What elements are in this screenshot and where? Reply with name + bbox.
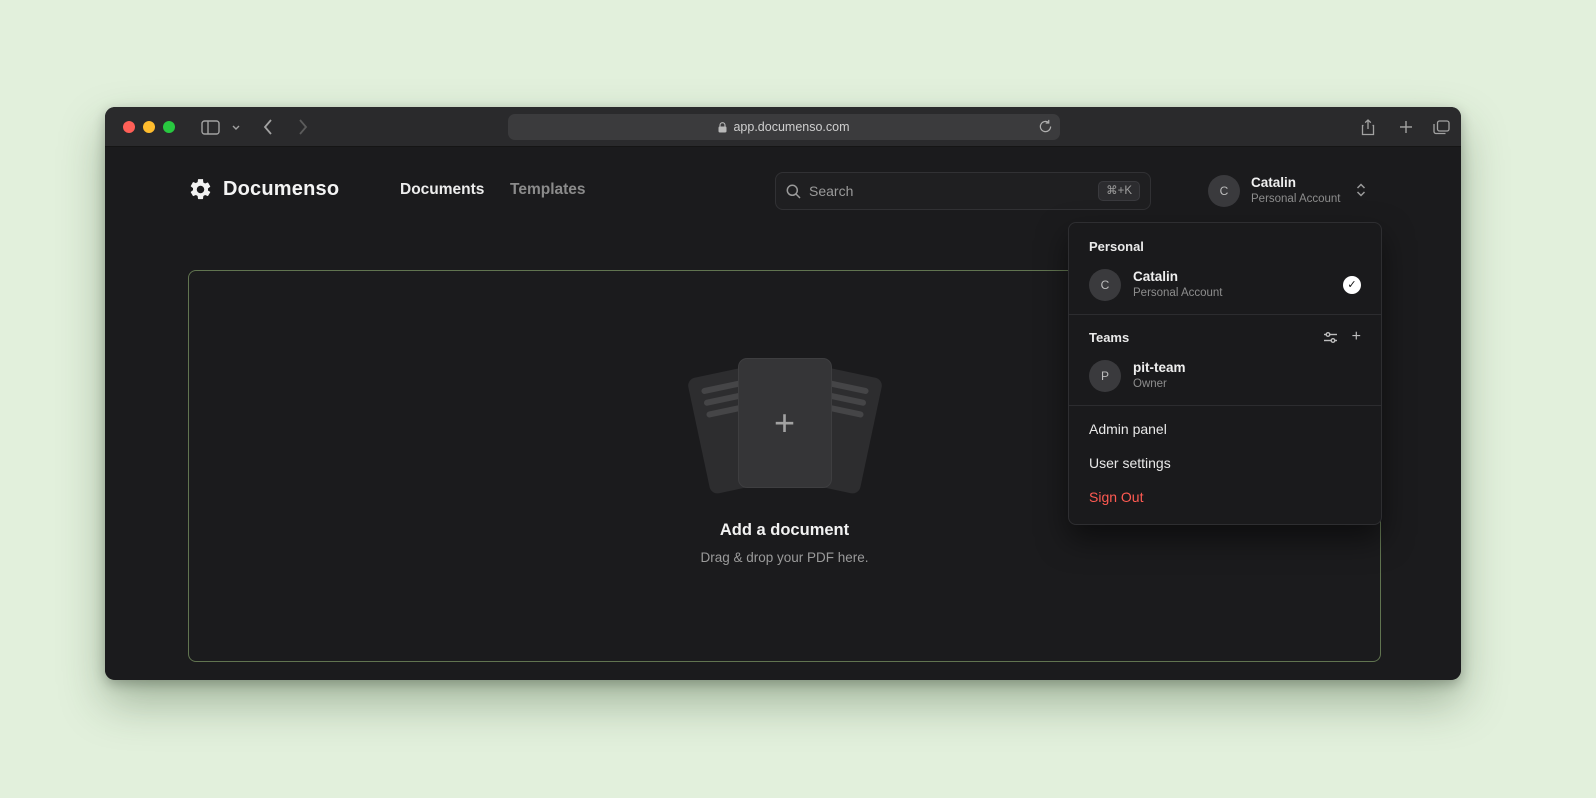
account-dropdown-menu: Personal C Catalin Personal Account ✓ Te…: [1068, 222, 1382, 525]
brand[interactable]: Documenso: [188, 177, 339, 202]
add-team-plus-icon[interactable]: +: [1352, 329, 1361, 345]
chevron-up-down-icon: [1356, 182, 1366, 198]
app-page: Documenso Documents Templates ⌘+K C Cata…: [105, 147, 1461, 679]
share-icon[interactable]: [1355, 107, 1381, 147]
menu-item-sign-out[interactable]: Sign Out: [1069, 480, 1381, 514]
menu-item-user-settings[interactable]: User settings: [1069, 446, 1381, 480]
personal-subtitle: Personal Account: [1133, 286, 1223, 302]
personal-avatar: C: [1089, 269, 1121, 301]
zoom-window-button[interactable]: [163, 121, 175, 133]
desktop-background: app.documenso.com: [0, 0, 1596, 798]
browser-window: app.documenso.com: [105, 107, 1461, 680]
team-name: pit-team: [1133, 359, 1186, 377]
dropzone-subtitle: Drag & drop your PDF here.: [189, 550, 1380, 565]
tab-overview-icon[interactable]: [1427, 107, 1455, 147]
nav-templates[interactable]: Templates: [510, 181, 586, 199]
search-icon: [786, 184, 801, 199]
address-bar[interactable]: app.documenso.com: [508, 114, 1060, 140]
search-shortcut-badge: ⌘+K: [1098, 181, 1140, 202]
close-window-button[interactable]: [123, 121, 135, 133]
nav-documents[interactable]: Documents: [400, 181, 484, 199]
sidebar-toggle-icon[interactable]: [197, 107, 223, 147]
address-url: app.documenso.com: [733, 120, 849, 134]
reload-icon[interactable]: [1039, 119, 1052, 137]
back-button-icon[interactable]: [257, 107, 279, 147]
document-card-add: +: [739, 359, 831, 487]
teams-label: Teams: [1089, 330, 1129, 345]
window-controls: [123, 121, 175, 133]
search-input[interactable]: [809, 183, 1098, 199]
team-avatar: P: [1089, 360, 1121, 392]
menu-item-team-pit-team[interactable]: P pit-team Owner: [1069, 352, 1381, 399]
menu-divider: [1069, 314, 1381, 315]
account-subtitle: Personal Account: [1251, 192, 1341, 208]
menu-section-teams: Teams +: [1069, 321, 1381, 352]
menu-section-personal: Personal: [1069, 231, 1381, 261]
brand-name: Documenso: [223, 178, 339, 201]
add-document-plus-icon: +: [774, 405, 795, 441]
sidebar-chevron-down-icon[interactable]: [229, 107, 243, 147]
selected-check-icon: ✓: [1343, 276, 1361, 294]
menu-divider: [1069, 405, 1381, 406]
new-tab-plus-icon[interactable]: [1393, 107, 1419, 147]
document-stack-illustration: +: [680, 353, 890, 503]
account-name: Catalin: [1251, 175, 1341, 192]
minimize-window-button[interactable]: [143, 121, 155, 133]
documenso-logo-icon: [188, 177, 213, 202]
personal-name: Catalin: [1133, 268, 1223, 286]
menu-item-personal-account[interactable]: C Catalin Personal Account ✓: [1069, 261, 1381, 308]
manage-teams-icon[interactable]: [1323, 331, 1338, 344]
account-avatar: C: [1208, 175, 1240, 207]
forward-button-icon[interactable]: [292, 107, 314, 147]
search-box[interactable]: ⌘+K: [775, 172, 1151, 210]
account-menu-button[interactable]: C Catalin Personal Account: [1208, 175, 1366, 207]
menu-item-admin-panel[interactable]: Admin panel: [1069, 412, 1381, 446]
browser-toolbar: app.documenso.com: [105, 107, 1461, 147]
lock-icon: [718, 122, 727, 133]
team-role: Owner: [1133, 377, 1186, 393]
